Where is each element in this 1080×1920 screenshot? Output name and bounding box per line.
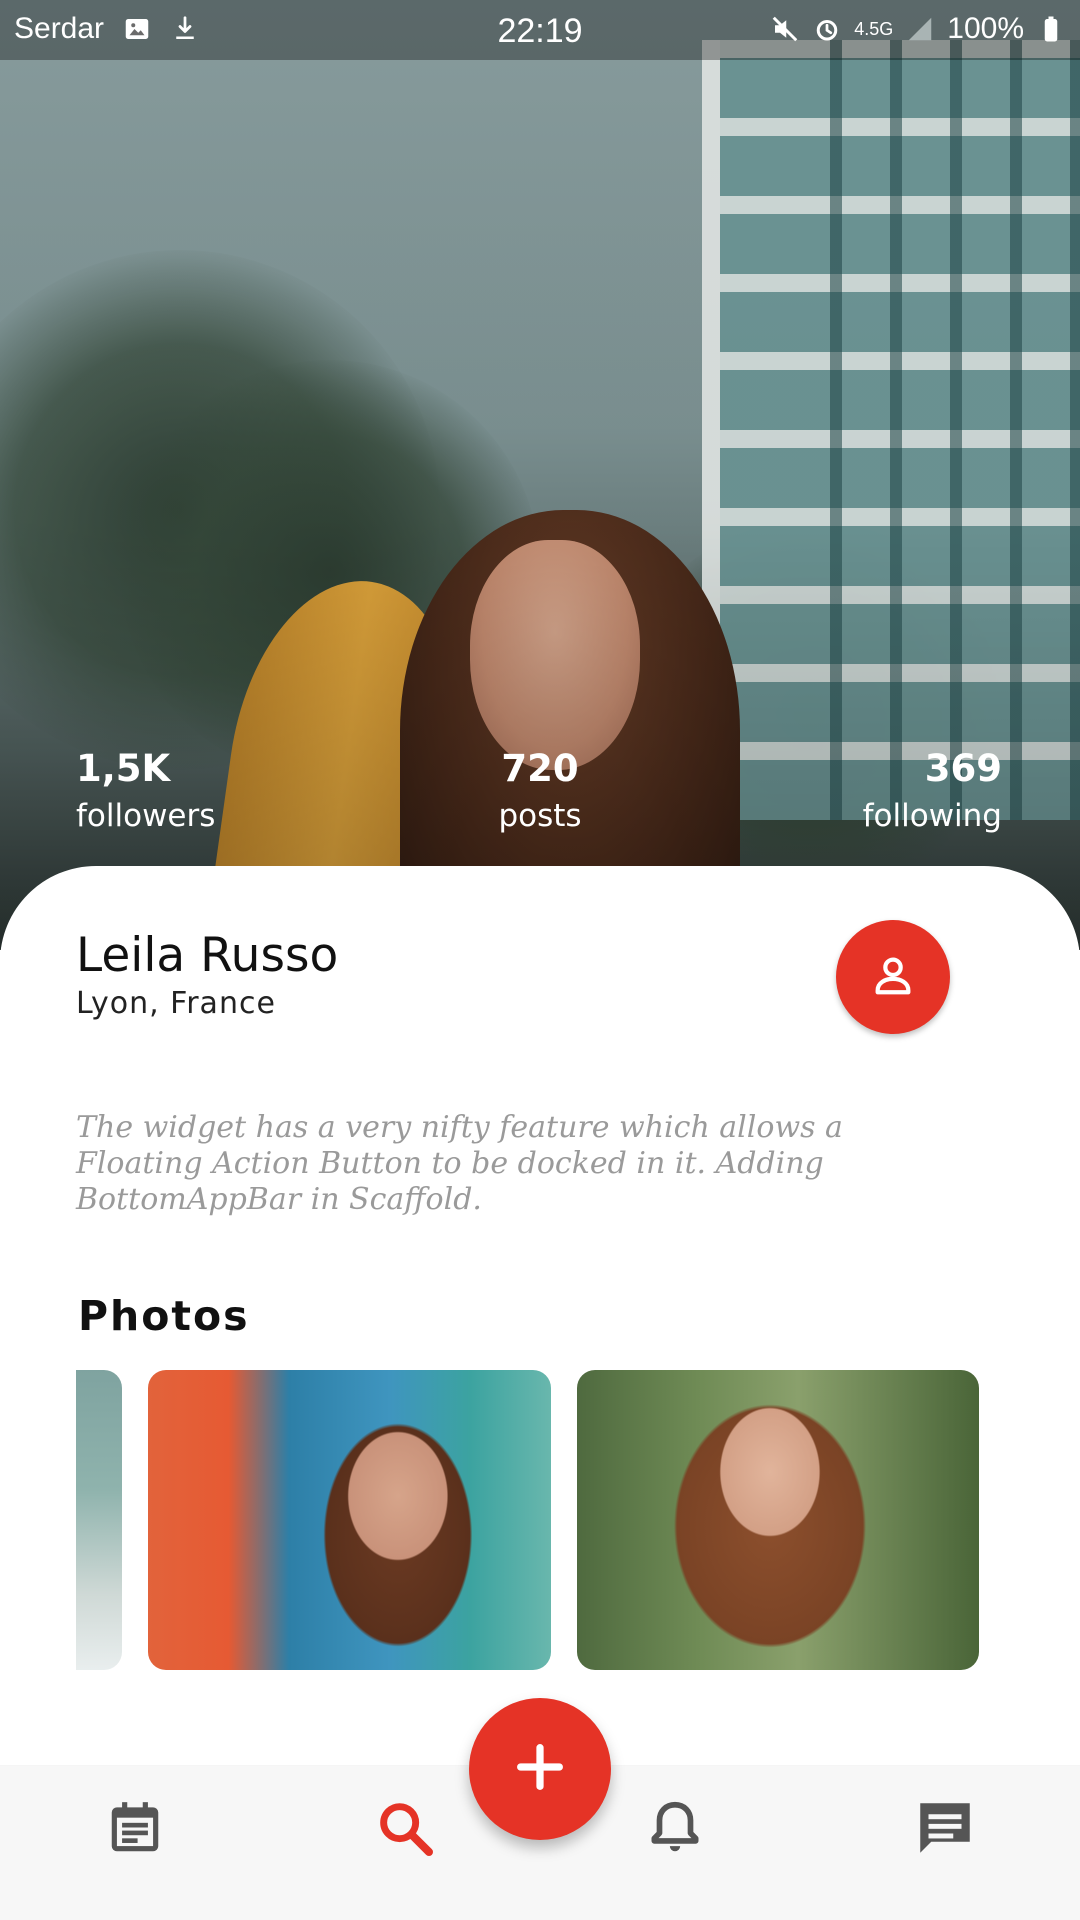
photo-thumbnail[interactable]	[148, 1370, 551, 1670]
photo-thumbnail[interactable]	[76, 1370, 122, 1670]
nav-messages-button[interactable]	[905, 1790, 985, 1870]
calendar-note-icon	[104, 1797, 166, 1863]
profile-name: Leila Russo	[76, 928, 339, 983]
nav-calendar-button[interactable]	[95, 1790, 175, 1870]
posts-count: 720	[501, 747, 579, 790]
alarm-icon	[812, 14, 842, 44]
person-icon	[870, 952, 916, 1002]
network-label: 4.5G	[854, 19, 894, 39]
status-bar: Serdar 22:19 4.5G 100%	[0, 0, 1080, 60]
profile-location: Lyon, France	[76, 986, 276, 1021]
mute-icon	[770, 14, 800, 44]
bell-icon	[644, 1797, 706, 1863]
posts-label: posts	[498, 798, 582, 834]
battery-label: 100%	[947, 12, 1024, 45]
nav-search-button[interactable]	[365, 1790, 445, 1870]
photos-heading: Photos	[78, 1292, 250, 1340]
nav-notifications-button[interactable]	[635, 1790, 715, 1870]
following-count: 369	[924, 747, 1002, 790]
chat-icon	[912, 1795, 978, 1865]
stat-posts[interactable]: 720 posts	[440, 748, 640, 836]
followers-label: followers	[76, 798, 216, 834]
battery-icon	[1036, 14, 1066, 44]
photo-thumbnail[interactable]	[577, 1370, 979, 1670]
profile-action-button[interactable]	[836, 920, 950, 1034]
following-label: following	[862, 798, 1002, 834]
stat-following[interactable]: 369 following	[863, 748, 1002, 836]
plus-icon	[511, 1738, 569, 1800]
followers-count: 1,5K	[76, 747, 171, 790]
signal-icon	[905, 14, 935, 44]
stat-followers[interactable]: 1,5K followers	[76, 748, 215, 836]
search-icon	[373, 1796, 437, 1864]
profile-bio: The widget has a very nifty feature whic…	[76, 1110, 843, 1217]
add-fab-button[interactable]	[469, 1698, 611, 1840]
status-right: 4.5G 100%	[770, 12, 1066, 46]
